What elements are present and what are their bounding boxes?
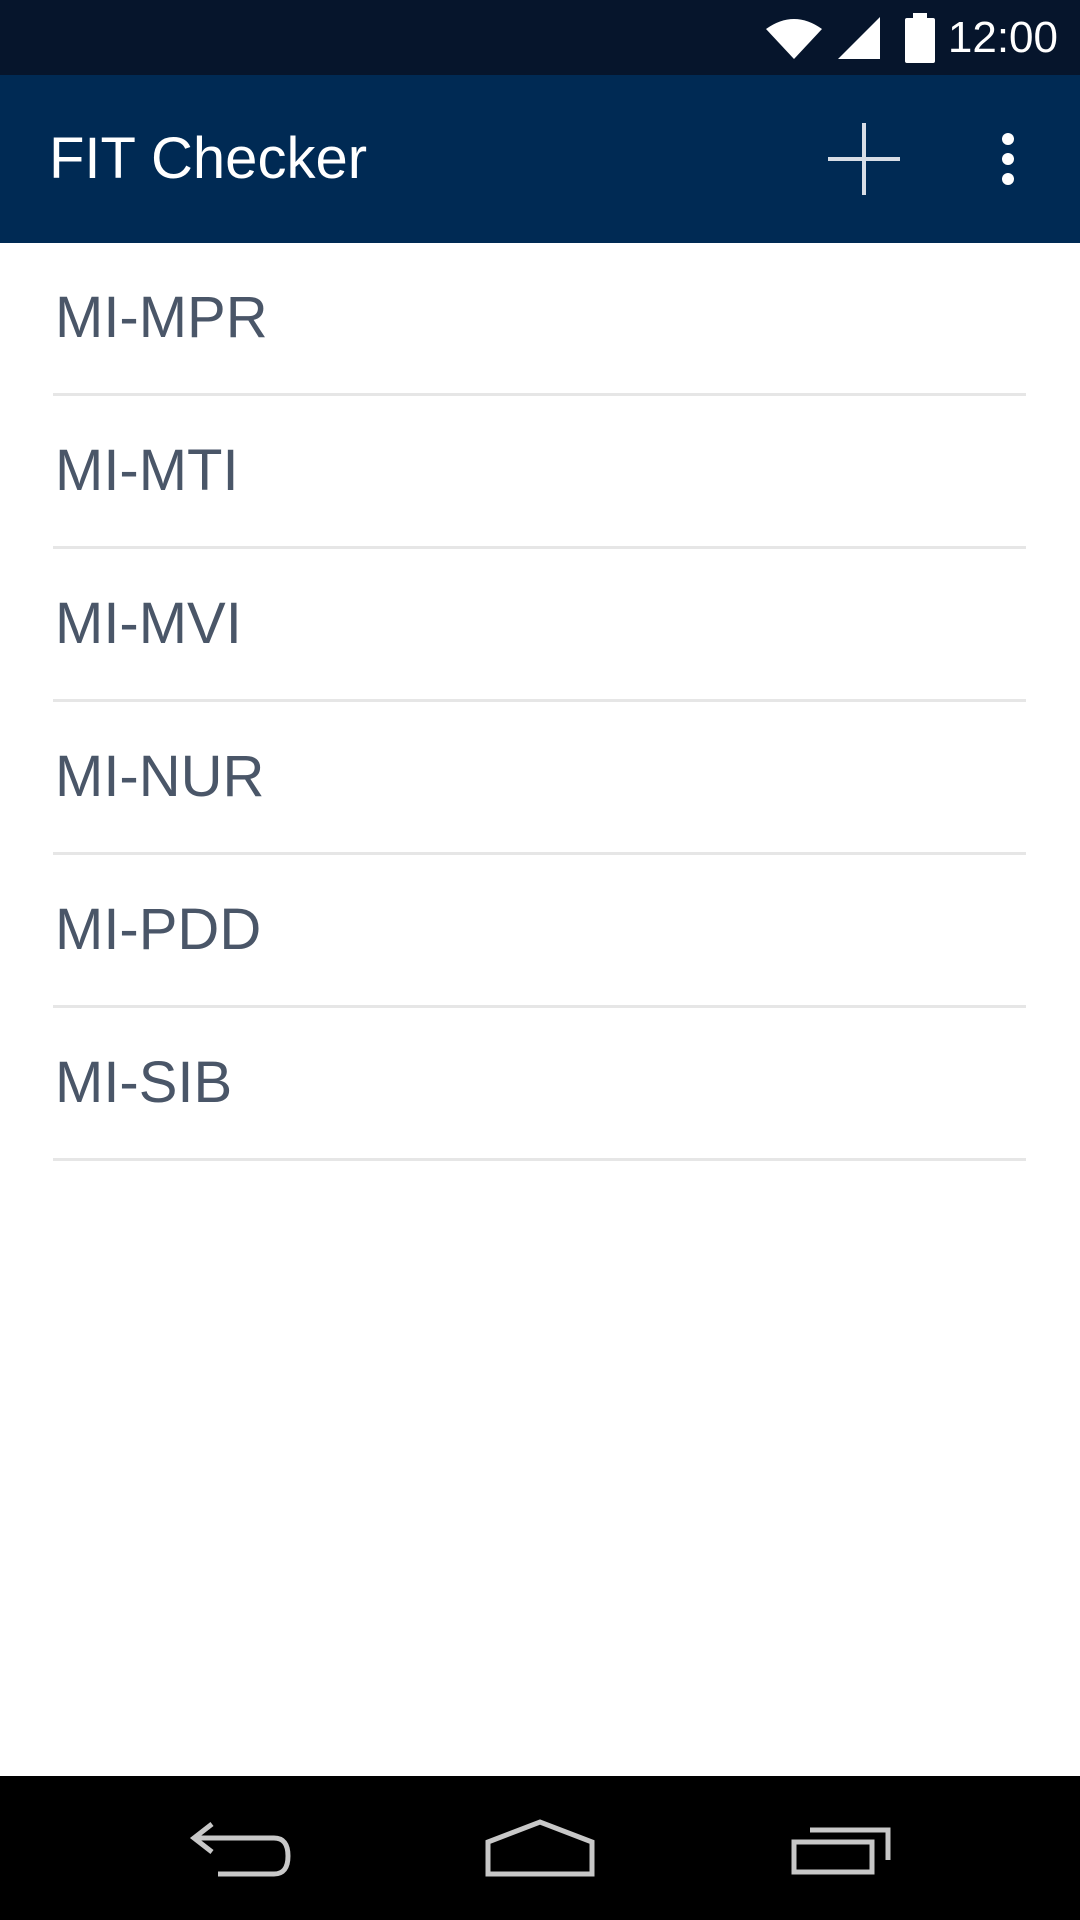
list-item[interactable]: MI-MPR [0, 243, 1080, 396]
list-item-label: MI-NUR [55, 744, 265, 809]
list-item[interactable]: MI-PDD [0, 855, 1080, 1008]
recents-icon [791, 1827, 891, 1875]
list-item[interactable]: MI-NUR [0, 702, 1080, 855]
status-icons: 12:00 [764, 0, 1080, 75]
back-button[interactable] [140, 1776, 340, 1920]
list-item-label: MI-MPR [55, 285, 268, 350]
signal-icon [837, 16, 880, 59]
list-item[interactable]: MI-MVI [0, 549, 1080, 702]
navigation-bar [0, 1776, 1080, 1920]
list-item-label: MI-MVI [55, 591, 242, 656]
list-item-label: MI-PDD [55, 897, 262, 962]
add-icon [828, 123, 900, 195]
battery-icon [904, 12, 935, 63]
app-title: FIT Checker [49, 126, 368, 191]
home-button[interactable] [440, 1776, 640, 1920]
home-icon [485, 1819, 595, 1877]
list-item[interactable]: MI-SIB [0, 1008, 1080, 1161]
overflow-menu-icon [1002, 133, 1014, 185]
recents-button[interactable] [742, 1776, 942, 1920]
overflow-menu-button[interactable] [970, 75, 1046, 243]
list-item[interactable]: MI-MTI [0, 396, 1080, 549]
back-icon [189, 1822, 291, 1877]
status-time: 12:00 [947, 12, 1058, 62]
status-bar: 12:00 [0, 0, 1080, 75]
screen: 12:00 FIT Checker MI-MPR MI-MTI MI-MVI M… [0, 0, 1080, 1920]
divider [53, 1158, 1026, 1161]
session-list: MI-MPR MI-MTI MI-MVI MI-NUR MI-PDD MI-SI… [0, 243, 1080, 1161]
list-item-label: MI-MTI [55, 438, 239, 503]
app-bar: FIT Checker [0, 75, 1080, 243]
list-item-label: MI-SIB [55, 1050, 233, 1115]
wifi-icon [765, 18, 822, 59]
add-button[interactable] [814, 75, 914, 243]
